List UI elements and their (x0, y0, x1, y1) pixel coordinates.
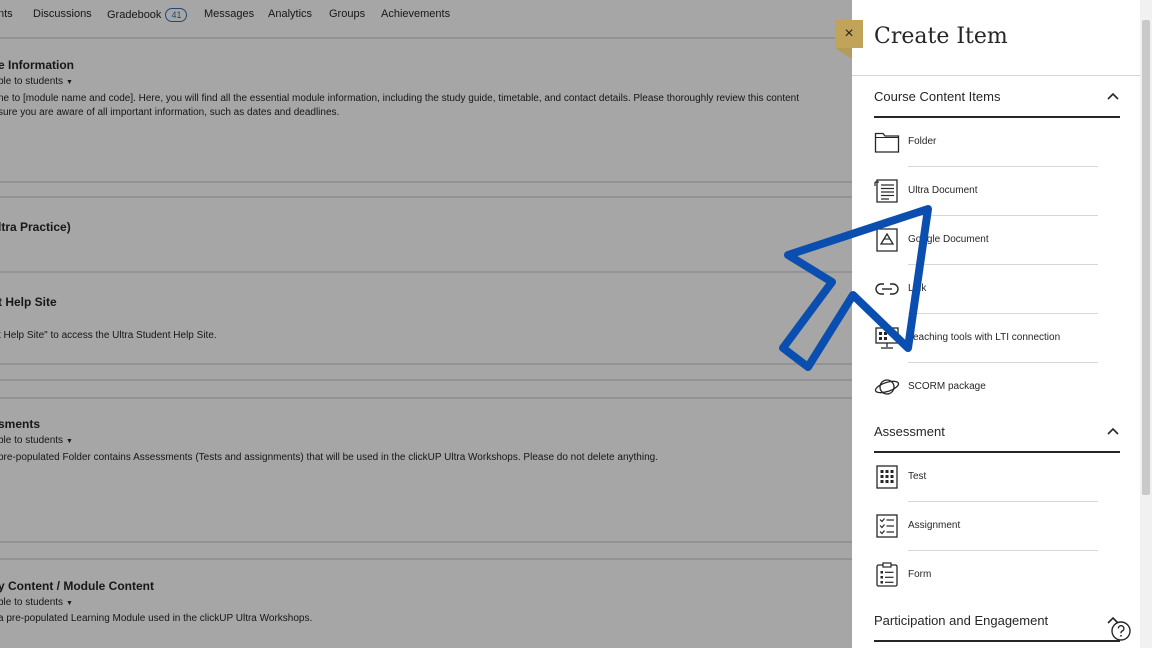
modal-backdrop[interactable] (0, 0, 852, 648)
panel-scrollbar-thumb[interactable] (1142, 20, 1150, 495)
assignment-checklist-icon (876, 514, 898, 538)
category-title: Assessment (874, 424, 945, 439)
close-panel-button[interactable]: × (835, 20, 863, 48)
lti-tools-icon (875, 327, 899, 349)
close-icon: × (844, 25, 854, 42)
test-grid-icon (876, 465, 898, 489)
create-item-lti-tools[interactable]: Teaching tools with LTI connection (874, 314, 1120, 363)
header-divider (852, 75, 1142, 76)
course-content-page: nts Discussions Gradebook 41 Messages Ana… (0, 0, 852, 648)
create-item-test[interactable]: Test (874, 453, 1120, 502)
create-item-assignment[interactable]: Assignment (874, 502, 1120, 551)
item-label: Test (908, 471, 927, 482)
item-label: Teaching tools with LTI connection (908, 332, 1061, 343)
category-title: Course Content Items (874, 89, 1001, 104)
document-icon (874, 179, 898, 203)
category-divider (874, 640, 1120, 642)
item-label: SCORM package (908, 381, 986, 392)
create-item-form[interactable]: Form (874, 551, 1120, 600)
item-label: Google Document (908, 234, 989, 245)
chevron-up-icon (1107, 427, 1119, 435)
create-item-ultra-document[interactable]: Ultra Document (874, 167, 1120, 216)
scorm-planet-icon (874, 379, 900, 395)
create-item-google-document[interactable]: Google Document (874, 216, 1120, 265)
help-icon[interactable] (1110, 620, 1132, 642)
category-header-participation-and-engagement[interactable]: Participation and Engagement (874, 613, 1120, 639)
google-drive-icon (876, 228, 898, 252)
create-item-folder[interactable]: Folder (874, 118, 1120, 167)
panel-title: Create Item (874, 24, 1008, 49)
link-icon (875, 283, 899, 295)
item-label: Ultra Document (908, 185, 978, 196)
create-item-link[interactable]: Link (874, 265, 1120, 314)
category-header-assessment[interactable]: Assessment (874, 424, 1120, 450)
form-clipboard-icon (876, 562, 898, 587)
item-label: Assignment (908, 520, 961, 531)
category-header-course-content-items[interactable]: Course Content Items (874, 89, 1120, 115)
close-button-flag (835, 48, 852, 59)
category-title: Participation and Engagement (874, 613, 1049, 628)
item-label: Folder (908, 136, 937, 147)
create-item-panel: Create Item Course Content Items Folder … (852, 0, 1152, 648)
item-label: Form (908, 569, 932, 580)
item-label: Link (908, 283, 927, 294)
chevron-up-icon (1107, 92, 1119, 100)
folder-icon (874, 132, 900, 153)
create-item-scorm-package[interactable]: SCORM package (874, 363, 1120, 412)
